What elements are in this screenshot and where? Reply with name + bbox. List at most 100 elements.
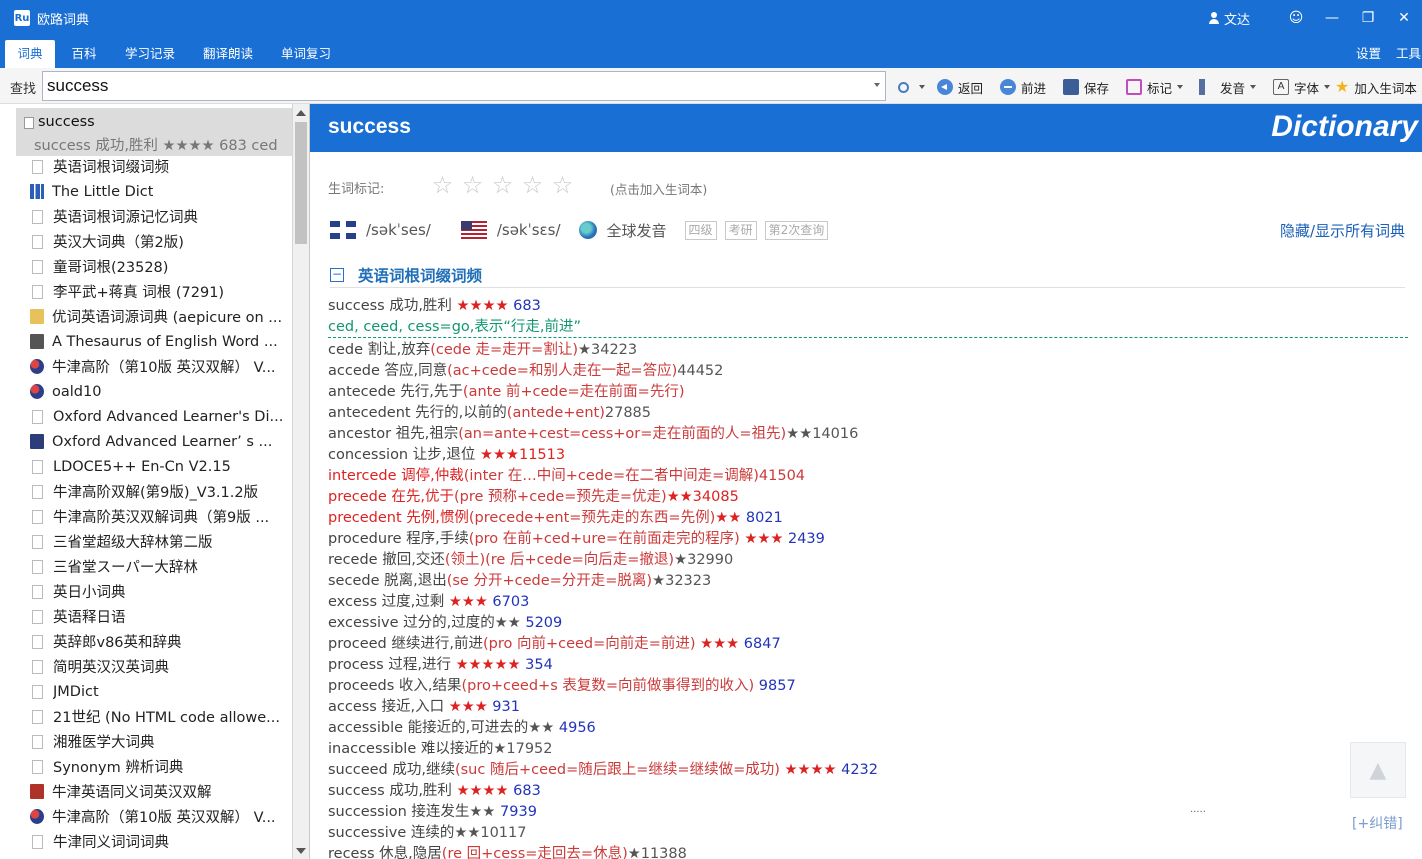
sidebar-dict-item[interactable]: 英日小词典 [30,579,292,604]
sidebar-dict-item[interactable]: 湘雅医学大词典 [30,729,292,754]
us-flag-icon[interactable] [460,221,487,239]
mark-button[interactable]: 标记 [1126,77,1184,97]
entry-word[interactable]: process [328,657,384,673]
close-button[interactable]: ✕ [1386,0,1422,36]
tab-word-review[interactable]: 单词复习 [272,40,340,68]
entry-word[interactable]: concession [328,447,408,463]
scroll-up-button[interactable] [293,104,309,121]
entry-word[interactable]: secede [328,573,380,589]
entry-word[interactable]: success [328,298,385,314]
entry-word[interactable]: successive [328,825,406,841]
scroll-top-button[interactable]: ▲ [1350,742,1406,798]
sidebar-dict-item[interactable]: The Little Dict [30,179,292,204]
entry-word[interactable]: inaccessible [328,741,416,757]
sidebar-dict-item[interactable]: Oxford Advanced Learner's Di... [30,404,292,429]
pronounce-button[interactable]: 发音 [1199,77,1257,97]
entry-word[interactable]: intercede [328,468,397,484]
sidebar-dict-item[interactable]: 优词英语词源词典 (aepicure on ... [30,304,292,329]
uk-flag-icon[interactable] [330,221,356,239]
forward-button[interactable]: 前进 [1000,77,1046,97]
smiley-icon[interactable]: ☺ [1278,0,1314,36]
globe-icon[interactable] [578,221,597,239]
tab-encyclopedia[interactable]: 百科 [60,40,108,68]
entry-word[interactable]: ancestor [328,426,391,442]
settings-menu[interactable]: 设置 [1356,40,1381,68]
sidebar-dict-item[interactable]: 英辞郎v86英和辞典 [30,629,292,654]
sidebar-dict-item[interactable]: 童哥词根(23528) [30,254,292,279]
save-button[interactable]: 保存 [1063,77,1109,97]
sidebar-dict-item[interactable]: 牛津高阶双解(第9版)_V3.1.2版 [30,479,292,504]
restore-button[interactable]: ❐ [1350,0,1386,36]
entry-word[interactable]: excessive [328,615,399,631]
add-word-button[interactable]: ★ 加入生词本 [1335,77,1417,97]
sidebar-dict-item[interactable]: 三省堂スーパー大辞林 [30,554,292,579]
entry-word[interactable]: recede [328,552,378,568]
entry-word[interactable]: accessible [328,720,403,736]
scroll-down-button[interactable] [293,842,309,859]
sidebar-dict-item[interactable]: 牛津英语同义词英汉双解 [30,779,292,804]
font-button[interactable]: A 字体 [1273,77,1331,97]
minimize-button[interactable]: — [1314,0,1350,36]
sidebar-dict-item[interactable]: JMDict [30,679,292,704]
entry-word[interactable]: accede [328,363,380,379]
report-error-link[interactable]: [+纠错] [1352,813,1403,833]
section-header[interactable]: − 英语词根词缀词频 [330,262,1405,288]
entry-word[interactable]: succession [328,804,407,820]
sidebar-scrollbar[interactable] [292,104,309,859]
sidebar-dict-item[interactable]: 牛津高阶（第10版 英汉双解） V... [30,804,292,829]
toggle-all-dictionaries[interactable]: 隐藏/显示所有词典 [1280,220,1405,241]
sidebar-dict-item[interactable]: Oxford Advanced Learner’ s ... [30,429,292,454]
entry-word[interactable]: antecedent [328,405,411,421]
entry-word[interactable]: antecede [328,384,396,400]
sidebar-dict-item[interactable]: 英汉大词典（第2版) [30,229,292,254]
tab-translate[interactable]: 翻译朗读 [194,40,262,68]
entry-word[interactable]: succeed [328,762,388,778]
collapse-icon[interactable]: − [330,267,344,282]
user-name: 文达 [1223,12,1250,28]
star-icon[interactable]: ☆ [550,172,575,198]
star-icon[interactable]: ☆ [460,172,485,198]
rating-stars[interactable]: ☆ ☆ ☆ ☆ ☆ [430,172,575,198]
entry-word[interactable]: cede [328,342,363,358]
sidebar-dict-item[interactable]: 牛津高阶英汉双解词典（第9版 ... [30,504,292,529]
sidebar-dict-item[interactable]: 三省堂超级大辞林第二版 [30,529,292,554]
entry-freq: ★★14016 [786,426,859,442]
user-account[interactable]: 文达 [1208,9,1250,28]
search-box[interactable] [42,71,886,101]
entry-word[interactable]: recess [328,846,375,859]
tab-learning-record[interactable]: 学习记录 [116,40,184,68]
globe-icon [30,809,44,824]
entry-word[interactable]: proceeds [328,678,394,694]
entry-word[interactable]: access [328,699,377,715]
back-button[interactable]: 返回 [937,77,983,97]
sidebar-dict-item[interactable]: LDOCE5++ En-Cn V2.15 [30,454,292,479]
sidebar-dict-item[interactable]: 简明英汉汉英词典 [30,654,292,679]
sidebar-dict-item[interactable]: 牛津同义词词词典 [30,829,292,854]
sidebar-dict-item[interactable]: Synonym 辨析词典 [30,754,292,779]
star-icon[interactable]: ☆ [490,172,515,198]
entry-word[interactable]: precede [328,489,387,505]
sidebar-dict-item[interactable]: 21世纪 (No HTML code allowe... [30,704,292,729]
entry-word[interactable]: procedure [328,531,402,547]
sidebar-dict-item[interactable]: 英语词根词源记忆词典 [30,204,292,229]
tab-dictionary[interactable]: 词典 [5,40,55,68]
search-button[interactable] [898,77,925,97]
star-icon[interactable]: ☆ [430,172,455,198]
star-icon[interactable]: ☆ [520,172,545,198]
sidebar-dict-item[interactable]: 英语释日语 [30,604,292,629]
sidebar-dict-item[interactable]: 英语词根词缀词频 [30,154,292,179]
entry-word[interactable]: precedent [328,510,402,526]
scroll-thumb[interactable] [295,122,307,244]
sidebar-dict-item[interactable]: A Thesaurus of English Word ... [30,329,292,354]
search-dropdown-icon[interactable] [874,83,880,87]
tools-menu[interactable]: 工具 [1396,40,1421,68]
entry-word[interactable]: excess [328,594,377,610]
entry-word[interactable]: success [328,783,385,799]
sidebar-dict-item[interactable]: oald10 [30,379,292,404]
entry-word[interactable]: proceed [328,636,387,652]
sidebar-dict-item[interactable]: 牛津高阶（第10版 英汉双解） V... [30,354,292,379]
selected-word-item[interactable]: success success 成功,胜利 ★★★★ 683 ced [16,108,292,156]
sidebar-dict-item[interactable]: 李平武+蒋真 词根 (7291) [30,279,292,304]
global-pronunciation[interactable]: 全球发音 [607,220,667,241]
search-input[interactable] [43,76,863,96]
